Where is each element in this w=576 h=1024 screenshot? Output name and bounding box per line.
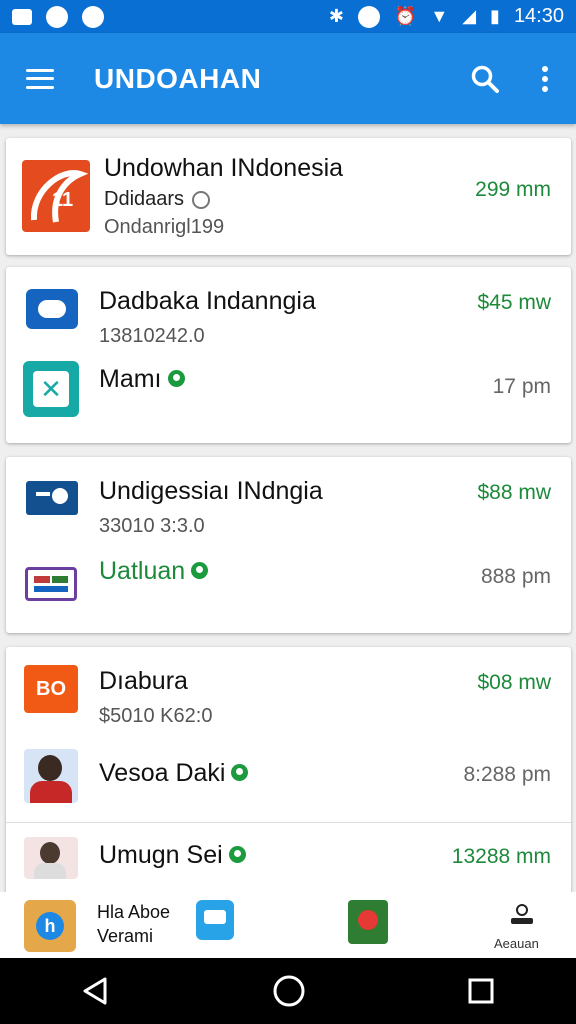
- verified-icon: [167, 369, 185, 387]
- avatar-body: [34, 863, 66, 879]
- item-title: Uatluan: [99, 557, 209, 586]
- bluetooth-icon: ✱: [328, 6, 344, 26]
- clock: 14:30: [513, 5, 564, 27]
- logo-swirl-icon: 11: [30, 170, 89, 223]
- item-subtitle: $5010 K62:0: [99, 705, 213, 727]
- item-title-text: Uatluan: [99, 557, 186, 585]
- profile-icon[interactable]: [510, 904, 534, 928]
- wifi-icon: ▼: [430, 6, 449, 26]
- verified-icon: [191, 561, 209, 579]
- list-card[interactable]: Undigessiaı INdngia 33010 3:3.0 $88 mw U…: [6, 457, 571, 633]
- app-logo: [25, 567, 77, 601]
- avatar-head: [38, 755, 62, 781]
- menu-icon[interactable]: [26, 68, 54, 89]
- app-bar: UNDOAHAN: [0, 33, 576, 124]
- item-detail: Ondanrigl199: [104, 216, 225, 238]
- svg-text:11: 11: [52, 189, 73, 211]
- app-logo[interactable]: h: [24, 900, 76, 952]
- item-title-text: Umugn Sei: [99, 841, 223, 869]
- status-bar: ✱ ⏰ ▼ ◢ ▮ 14:30: [0, 0, 576, 33]
- item-subtitle-text: Ddidaars: [104, 188, 185, 210]
- profile-head: [516, 904, 528, 916]
- item-title: Vesoa Daki: [99, 759, 249, 788]
- recents-icon[interactable]: [467, 977, 495, 1005]
- game-icon[interactable]: [348, 900, 388, 944]
- chat-icon[interactable]: [196, 900, 234, 940]
- avatar: [24, 749, 78, 803]
- item-title-text: Vesoa Daki: [99, 759, 226, 787]
- bottom-strip: h Hla Aboe Verami Aeauan: [0, 892, 576, 958]
- notification-icon: [46, 5, 68, 28]
- bottom-item-label: Hla Aboe: [97, 902, 171, 922]
- logo-mark-icon: h: [36, 912, 64, 940]
- item-title-text: Mamı: [99, 365, 162, 393]
- verified-icon: [228, 845, 246, 863]
- item-meta: 299 mm: [475, 178, 551, 201]
- item-meta: 13288 mm: [451, 845, 551, 868]
- alarm-icon: ⏰: [393, 6, 417, 26]
- overflow-menu-icon[interactable]: [542, 65, 548, 92]
- search-icon[interactable]: [470, 64, 500, 94]
- avatar-body: [30, 781, 72, 803]
- app-icon: [82, 5, 104, 28]
- logo-mark-icon: [52, 488, 68, 504]
- list-card[interactable]: 11 Undowhan INdonesia Ddidaars Ondanrigl…: [6, 138, 571, 255]
- signal-icon: ◢: [462, 6, 477, 26]
- gallery-icon: [12, 8, 32, 25]
- profile-body: [511, 918, 533, 924]
- info-icon: [191, 190, 210, 209]
- bottom-item-sublabel: Verami: [97, 926, 154, 946]
- verified-icon: [231, 763, 249, 781]
- item-title: Undigessiaı INdngia: [99, 477, 323, 505]
- item-meta: $88 mw: [477, 481, 551, 504]
- home-icon[interactable]: [272, 974, 306, 1008]
- item-meta: 8:288 pm: [463, 763, 551, 786]
- bottom-item-label: Aeauan: [494, 936, 539, 951]
- item-subtitle: Ddidaars: [104, 188, 210, 211]
- list-card[interactable]: Dadbaka Indanngia 13810242.0 $45 mw ✕ Ma…: [6, 267, 571, 443]
- logo-mark-icon: [36, 492, 50, 496]
- item-meta: $08 mw: [477, 671, 551, 694]
- company-logo: 11: [22, 160, 90, 232]
- item-meta: $45 mw: [477, 291, 551, 314]
- item-title: Dıabura: [99, 667, 188, 695]
- item-meta: 17 pm: [492, 375, 551, 398]
- logo-text: BO: [36, 678, 66, 700]
- item-subtitle: 33010 3:3.0: [99, 515, 205, 537]
- chat-icon-inner: [204, 910, 226, 924]
- back-icon[interactable]: [81, 976, 111, 1006]
- divider: [6, 822, 571, 823]
- app-logo: [26, 289, 78, 329]
- logo-mark-icon: [34, 586, 68, 592]
- item-subtitle: 13810242.0: [99, 325, 205, 347]
- avatar: [24, 837, 78, 879]
- logo-mark-icon: ✕: [33, 371, 69, 407]
- item-title: Undowhan INdonesia: [104, 154, 344, 182]
- app-logo: ✕: [23, 361, 79, 417]
- system-navigation-bar: [0, 958, 576, 1024]
- logo-mark-icon: [52, 576, 68, 583]
- app-logo: BO: [24, 665, 78, 713]
- avatar-head: [40, 842, 60, 864]
- app-title: UNDOAHAN: [94, 62, 262, 94]
- item-title: Dadbaka Indanngia: [99, 287, 316, 315]
- item-meta: 888 pm: [480, 565, 551, 588]
- logo-mark-icon: [34, 576, 50, 583]
- item-title: Umugn Sei: [99, 841, 246, 870]
- logo-mark-icon: [38, 300, 66, 318]
- game-icon-inner: [358, 910, 378, 930]
- item-title: Mamı: [99, 365, 185, 394]
- record-icon: [357, 5, 380, 28]
- app-logo: [26, 481, 78, 515]
- battery-icon: ▮: [490, 6, 500, 26]
